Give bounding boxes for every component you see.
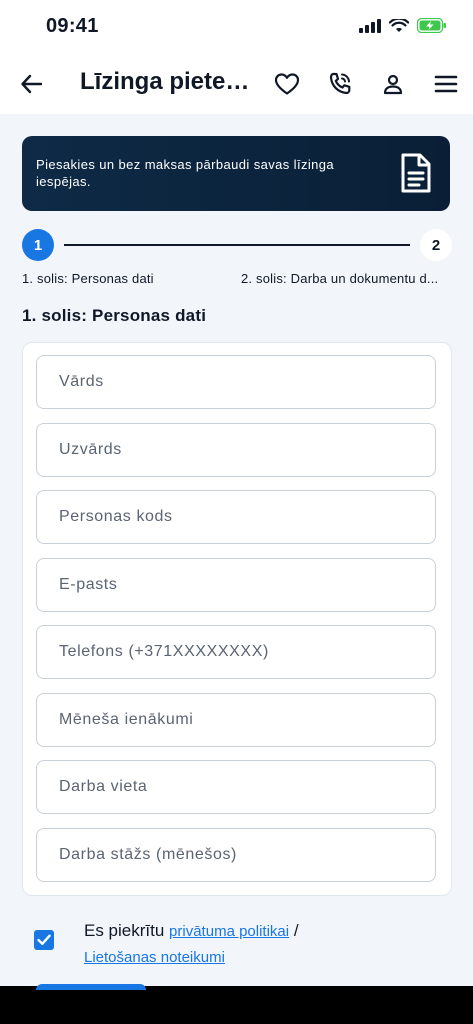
- step-2-label: 2. solis: Darba un dokumentu d...: [241, 271, 439, 286]
- favorites-button[interactable]: [271, 68, 303, 100]
- consent-text: Es piekrītu privātuma politikai / Lietoš…: [84, 918, 299, 970]
- wifi-icon: [389, 18, 409, 32]
- checkmark-icon: [37, 934, 51, 945]
- submit-button[interactable]: [36, 984, 146, 990]
- section-title: 1. solis: Personas dati: [22, 306, 207, 325]
- first-name-field[interactable]: [36, 355, 436, 409]
- email-field[interactable]: [36, 558, 436, 612]
- cellular-signal-icon: [359, 18, 381, 33]
- info-banner: Piesakies un bez maksas pārbaudi savas l…: [22, 136, 450, 211]
- consent-separator: /: [293, 921, 299, 940]
- progress-stepper: 1 2 1. solis: Personas dati 2. solis: Da…: [22, 229, 452, 289]
- phone-field[interactable]: [36, 625, 436, 679]
- personal-code-field[interactable]: [36, 490, 436, 544]
- menu-button[interactable]: [430, 68, 462, 100]
- last-name-field[interactable]: [36, 423, 436, 477]
- banner-text: Piesakies un bez maksas pārbaudi savas l…: [36, 157, 335, 189]
- phone-call-icon: [329, 72, 351, 95]
- consent-checkbox[interactable]: [34, 930, 54, 950]
- status-icons: [359, 18, 447, 33]
- call-button[interactable]: [324, 68, 356, 100]
- battery-charging-icon: [417, 18, 446, 33]
- status-time: 09:41: [46, 15, 99, 37]
- status-bar: 09:41: [0, 0, 473, 54]
- main-content: Piesakies un bez maksas pārbaudi savas l…: [0, 114, 473, 986]
- bottom-bar: [0, 986, 473, 1024]
- page-title: Līzinga pietei...: [80, 68, 250, 95]
- monthly-income-field[interactable]: [36, 693, 436, 747]
- heart-icon: [274, 73, 300, 95]
- user-icon: [383, 74, 403, 95]
- hamburger-menu-icon: [434, 75, 458, 93]
- back-button[interactable]: [18, 70, 46, 98]
- privacy-policy-link[interactable]: privātuma politikai: [169, 923, 289, 940]
- terms-of-use-link[interactable]: Lietošanas noteikumi: [84, 949, 225, 966]
- consent-row: Es piekrītu privātuma politikai / Lietoš…: [22, 912, 452, 972]
- step-2-indicator: 2: [420, 229, 452, 261]
- step-1-label: 1. solis: Personas dati: [22, 271, 154, 286]
- app-header: Līzinga pietei...: [0, 54, 473, 114]
- step-connector: [64, 244, 410, 246]
- step-1-indicator: 1: [22, 229, 54, 261]
- account-button[interactable]: [377, 68, 409, 100]
- banner-icon-wrap: [400, 152, 432, 199]
- personal-data-form: [22, 342, 452, 896]
- workplace-field[interactable]: [36, 760, 436, 814]
- arrow-left-icon: [21, 74, 43, 94]
- consent-prefix: Es piekrītu: [84, 921, 165, 940]
- work-experience-field[interactable]: [36, 828, 436, 882]
- document-icon: [401, 153, 431, 193]
